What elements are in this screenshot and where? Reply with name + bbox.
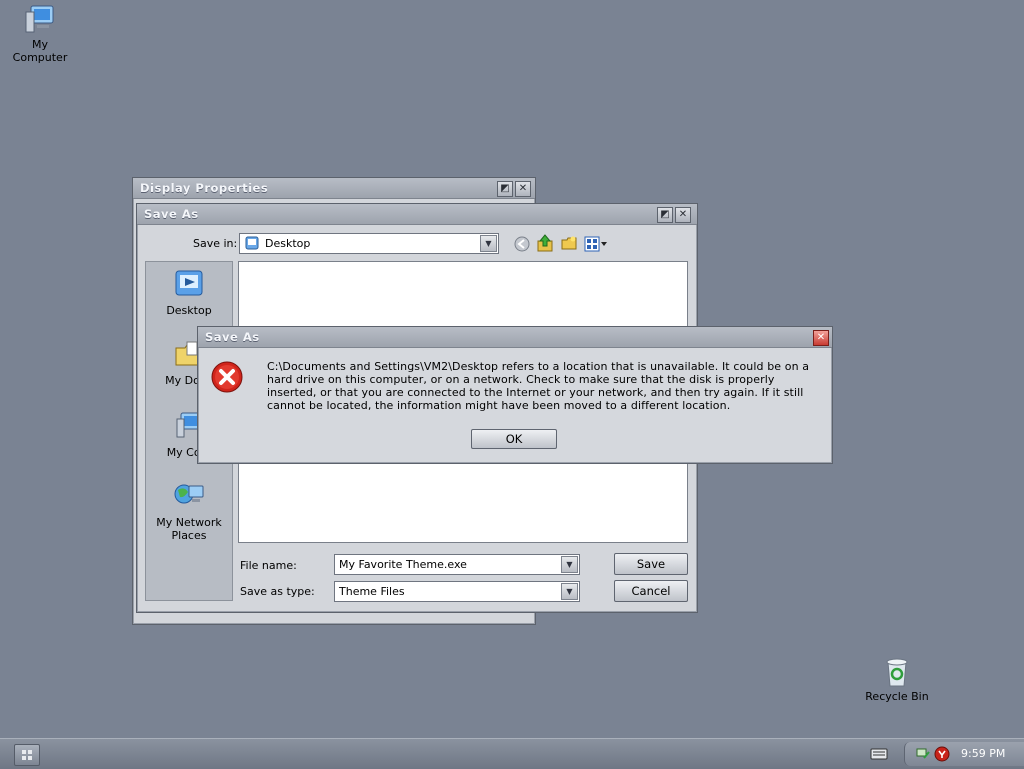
chevron-down-icon[interactable]: ▼ — [561, 583, 578, 600]
save-button[interactable]: Save — [614, 553, 688, 575]
system-tray: 9:59 PM — [904, 742, 1024, 766]
save-as-type-dropdown[interactable]: Theme Files ▼ — [334, 581, 580, 602]
desktop-icon-label: Recycle Bin — [865, 690, 929, 703]
save-in-label: Save in: — [193, 237, 238, 250]
save-in-value: Desktop — [265, 237, 311, 250]
save-as-type-label: Save as type: — [240, 585, 315, 598]
help-button[interactable]: ◩ — [657, 207, 673, 223]
save-as-type-value: Theme Files — [339, 585, 405, 598]
file-name-input[interactable]: My Favorite Theme.exe ▼ — [334, 554, 580, 575]
desktop-icon-recycle-bin[interactable]: Recycle Bin — [859, 656, 935, 703]
error-message-line: cannot be located, the information might… — [267, 399, 731, 412]
window-title: Save As — [205, 330, 260, 344]
error-message: C:\Documents and Settings\VM2\Desktop re… — [267, 360, 827, 412]
new-folder-icon[interactable] — [561, 235, 577, 251]
display-properties-titlebar[interactable]: Display Properties ◩ ✕ — [133, 178, 535, 199]
computer-icon — [25, 5, 54, 33]
error-dialog: Save As ✕ C:\Documents and Settings\VM2\… — [197, 326, 833, 464]
close-button[interactable]: ✕ — [813, 330, 829, 346]
place-my-network-places[interactable]: My Network Places — [146, 480, 232, 542]
up-folder-icon[interactable] — [537, 234, 553, 252]
clock[interactable]: 9:59 PM — [961, 747, 1005, 760]
network-globe-icon — [174, 484, 204, 504]
back-icon[interactable] — [514, 236, 530, 252]
desktop-icon-my-computer[interactable]: My Computer — [2, 4, 78, 64]
window-title: Display Properties — [140, 181, 269, 195]
desktop-icon-label: My Computer — [12, 38, 68, 64]
place-desktop[interactable]: Desktop — [146, 268, 232, 317]
close-button[interactable]: ✕ — [675, 207, 691, 223]
start-grid-icon — [22, 750, 32, 760]
file-name-label: File name: — [240, 559, 297, 572]
help-button[interactable]: ◩ — [497, 181, 513, 197]
error-icon — [211, 361, 243, 393]
ok-button[interactable]: OK — [471, 429, 557, 449]
desktop-folder-icon — [245, 236, 259, 250]
network-tray-icon[interactable] — [915, 746, 931, 762]
chevron-down-icon[interactable]: ▼ — [480, 235, 497, 252]
taskbar: 9:59 PM — [0, 738, 1024, 769]
view-menu-icon[interactable] — [584, 236, 608, 252]
save-in-dropdown[interactable]: Desktop ▼ — [239, 233, 499, 254]
error-message-line: C:\Documents and Settings\VM2\Desktop re… — [267, 360, 810, 373]
place-label: Desktop — [166, 304, 212, 317]
window-title: Save As — [144, 207, 199, 221]
close-button[interactable]: ✕ — [515, 181, 531, 197]
start-button[interactable] — [14, 744, 40, 766]
desktop-icon — [175, 270, 203, 296]
error-message-line: hard drive on this computer, or on a net… — [267, 373, 775, 386]
place-label: My Network Places — [156, 516, 222, 542]
keyboard-icon[interactable] — [870, 747, 888, 761]
security-tray-icon[interactable] — [934, 746, 950, 762]
recycle-bin-icon — [886, 658, 908, 687]
cancel-button[interactable]: Cancel — [614, 580, 688, 602]
chevron-down-icon[interactable]: ▼ — [561, 556, 578, 573]
save-as-titlebar[interactable]: Save As ◩ ✕ — [137, 204, 697, 225]
error-dialog-titlebar[interactable]: Save As ✕ — [198, 327, 832, 348]
file-name-value: My Favorite Theme.exe — [339, 558, 467, 571]
error-message-line: inserted, or that you are connected to t… — [267, 386, 804, 399]
